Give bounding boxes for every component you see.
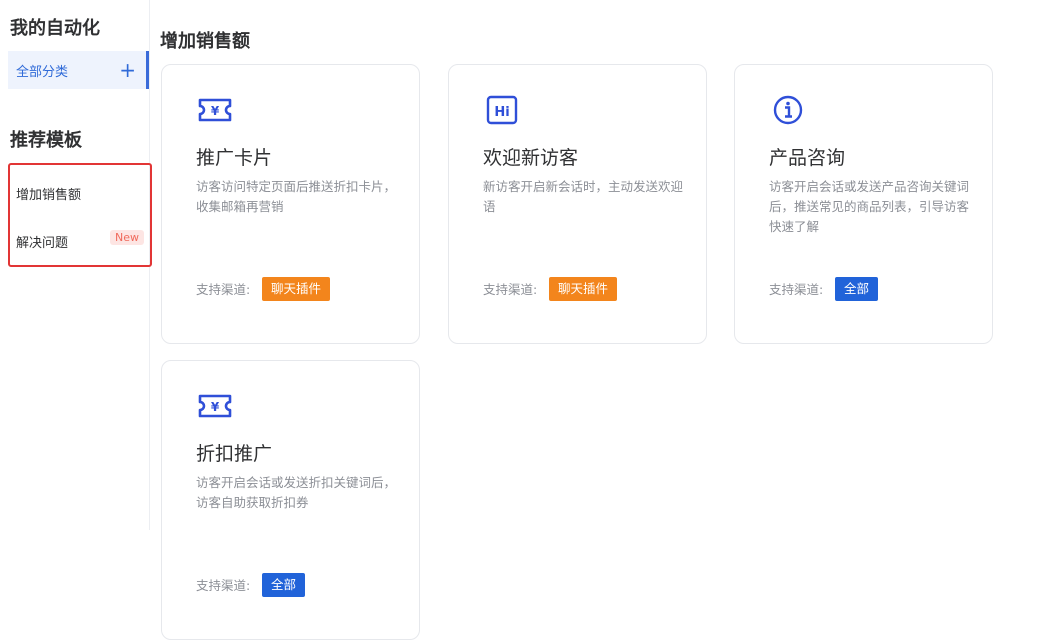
card-title: 折扣推广 <box>196 443 273 465</box>
channel-label: 支持渠道: <box>196 578 251 593</box>
section-title: 增加销售额 <box>160 31 250 52</box>
template-card-welcome-visitor[interactable]: Hi 欢迎新访客 新访客开启新会话时，主动发送欢迎语 支持渠道: 聊天插件 <box>448 64 707 344</box>
card-title: 产品咨询 <box>769 147 846 169</box>
sidebar-item-increase-sales[interactable]: 增加销售额 <box>16 184 81 203</box>
channel-tag-all: 全部 <box>262 573 306 597</box>
channel-tag-all: 全部 <box>835 277 879 301</box>
template-category-list: 增加销售额 解决问题 New <box>8 163 152 267</box>
ticket-icon: ¥ <box>198 394 232 418</box>
new-badge: New <box>110 230 144 245</box>
channel-tag-chat-plugin: 聊天插件 <box>549 277 618 301</box>
sidebar-item-all-categories[interactable]: 全部分类 + <box>8 51 149 89</box>
card-description: 访客访问特定页面后推送折扣卡片，收集邮箱再营销 <box>196 179 397 214</box>
channel-tag-chat-plugin: 聊天插件 <box>262 277 331 301</box>
card-description: 新访客开启新会话时，主动发送欢迎语 <box>483 179 684 214</box>
hi-icon: Hi <box>486 95 518 125</box>
my-automation-title: 我的自动化 <box>10 18 100 39</box>
sidebar-item-solve-problems[interactable]: 解决问题 <box>16 232 68 251</box>
ticket-icon: ¥ <box>198 98 232 122</box>
sidebar: 我的自动化 全部分类 + 推荐模板 增加销售额 解决问题 New <box>0 0 152 530</box>
card-description: 访客开启会话或发送产品咨询关键词后，推送常见的商品列表，引导访客快速了解 <box>769 179 970 234</box>
info-icon <box>773 95 803 125</box>
template-card-promo-card[interactable]: ¥ 推广卡片 访客访问特定页面后推送折扣卡片，收集邮箱再营销 支持渠道: 聊天插… <box>161 64 420 344</box>
channel-label: 支持渠道: <box>483 282 538 297</box>
card-title: 推广卡片 <box>196 147 273 169</box>
card-title: 欢迎新访客 <box>483 147 579 169</box>
template-card-product-inquiry[interactable]: 产品咨询 访客开启会话或发送产品咨询关键词后，推送常见的商品列表，引导访客快速了… <box>734 64 993 344</box>
add-icon[interactable]: + <box>119 60 136 80</box>
channel-label: 支持渠道: <box>769 282 824 297</box>
all-categories-label: 全部分类 <box>16 64 69 80</box>
svg-text:¥: ¥ <box>211 104 220 118</box>
svg-text:Hi: Hi <box>494 105 509 120</box>
channel-label: 支持渠道: <box>196 282 251 297</box>
svg-text:¥: ¥ <box>211 400 220 414</box>
recommended-templates-title: 推荐模板 <box>10 130 82 151</box>
card-description: 访客开启会话或发送折扣关键词后，访客自助获取折扣券 <box>196 475 397 510</box>
template-card-discount-promo[interactable]: ¥ 折扣推广 访客开启会话或发送折扣关键词后，访客自助获取折扣券 支持渠道: 全… <box>161 360 420 640</box>
